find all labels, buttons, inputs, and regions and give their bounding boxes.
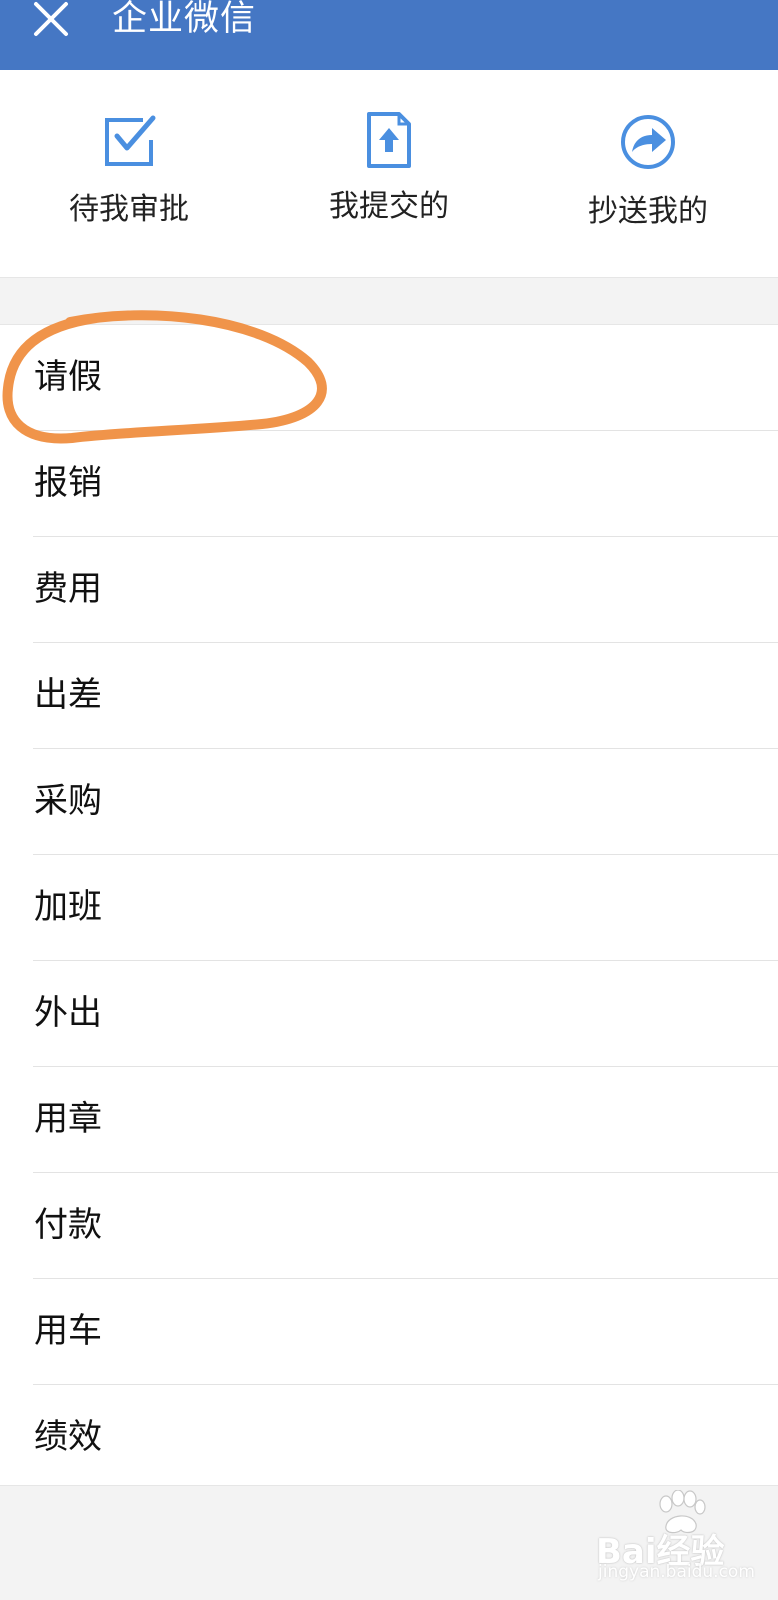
list-item-seal[interactable]: 用章 (0, 1067, 778, 1173)
list-item-label: 绩效 (34, 1417, 102, 1457)
list-item-label: 报销 (34, 463, 102, 503)
app-header: 企业微信 (0, 0, 778, 70)
list-item-overtime[interactable]: 加班 (0, 855, 778, 961)
list-item-label: 费用 (34, 569, 102, 609)
watermark: Bai经验 jingyan.baidu.com (596, 1490, 766, 1582)
checkbox-approve-icon (99, 110, 159, 170)
list-item-reimbursement[interactable]: 报销 (0, 431, 778, 537)
list-item-label: 外出 (34, 993, 102, 1033)
quick-action-label: 我提交的 (329, 189, 449, 224)
close-icon (34, 2, 68, 36)
my-submitted-button[interactable]: 我提交的 (289, 70, 489, 278)
list-item-performance[interactable]: 绩效 (0, 1385, 778, 1491)
pending-approval-button[interactable]: 待我审批 (29, 70, 229, 278)
list-item-purchase[interactable]: 采购 (0, 749, 778, 855)
quick-action-label: 抄送我的 (588, 194, 708, 229)
forward-circle-icon (618, 112, 678, 172)
list-item-going-out[interactable]: 外出 (0, 961, 778, 1067)
list-item-label: 加班 (34, 887, 102, 927)
approval-type-list: 请假 报销 费用 出差 采购 加班 外出 用章 付款 用车 绩效 (0, 324, 778, 1486)
list-item-vehicle[interactable]: 用车 (0, 1279, 778, 1385)
list-item-business-trip[interactable]: 出差 (0, 643, 778, 749)
quick-actions-panel: 待我审批 我提交的 抄送我的 (0, 70, 778, 278)
list-item-label: 用章 (34, 1099, 102, 1139)
page-title: 企业微信 (112, 0, 257, 39)
cc-to-me-button[interactable]: 抄送我的 (548, 70, 748, 278)
list-item-label: 付款 (34, 1205, 102, 1245)
list-item-label: 采购 (34, 781, 102, 821)
list-item-label: 请假 (34, 357, 102, 397)
watermark-url: jingyan.baidu.com (598, 1562, 755, 1582)
document-upload-icon (359, 110, 419, 170)
quick-action-label: 待我审批 (69, 192, 189, 227)
list-item-label: 用车 (34, 1311, 102, 1351)
list-item-expense[interactable]: 费用 (0, 537, 778, 643)
list-item-leave[interactable]: 请假 (0, 325, 778, 431)
list-item-payment[interactable]: 付款 (0, 1173, 778, 1279)
list-item-label: 出差 (34, 675, 102, 715)
close-button[interactable] (28, 0, 74, 42)
